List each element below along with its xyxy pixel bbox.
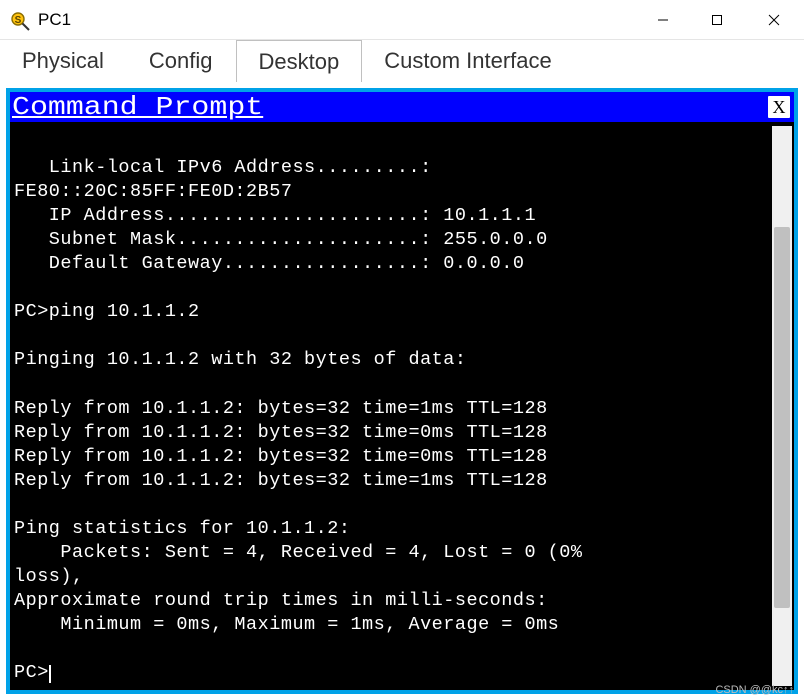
command-prompt-titlebar: Command Prompt X (10, 92, 794, 122)
tab-physical[interactable]: Physical (0, 40, 127, 82)
close-button[interactable] (744, 0, 804, 39)
maximize-button[interactable] (690, 0, 744, 39)
tab-bar: Physical Config Desktop Custom Interface (0, 40, 804, 82)
command-prompt-title: Command Prompt (12, 94, 263, 120)
terminal-scrollbar[interactable] (772, 126, 792, 686)
terminal-output[interactable]: Link-local IPv6 Address.........: FE80::… (10, 122, 772, 690)
window-controls (636, 0, 804, 39)
minimize-button[interactable] (636, 0, 690, 39)
window-titlebar: S PC1 (0, 0, 804, 40)
tab-config[interactable]: Config (127, 40, 236, 82)
terminal-prompt[interactable]: PC> (14, 662, 49, 683)
command-prompt-window: Command Prompt X Link-local IPv6 Address… (6, 88, 798, 694)
content-area: Command Prompt X Link-local IPv6 Address… (0, 82, 804, 700)
terminal-cursor (49, 665, 51, 683)
scrollbar-thumb[interactable] (774, 227, 790, 608)
watermark: CSDN @@kc↑↑ (715, 684, 794, 696)
tab-desktop[interactable]: Desktop (236, 40, 363, 82)
tab-custom-interface[interactable]: Custom Interface (362, 40, 575, 82)
svg-text:S: S (15, 15, 22, 26)
app-icon: S (8, 8, 32, 32)
command-prompt-close-button[interactable]: X (768, 96, 790, 118)
window-title: PC1 (38, 10, 636, 30)
terminal-container: Link-local IPv6 Address.........: FE80::… (10, 122, 794, 690)
